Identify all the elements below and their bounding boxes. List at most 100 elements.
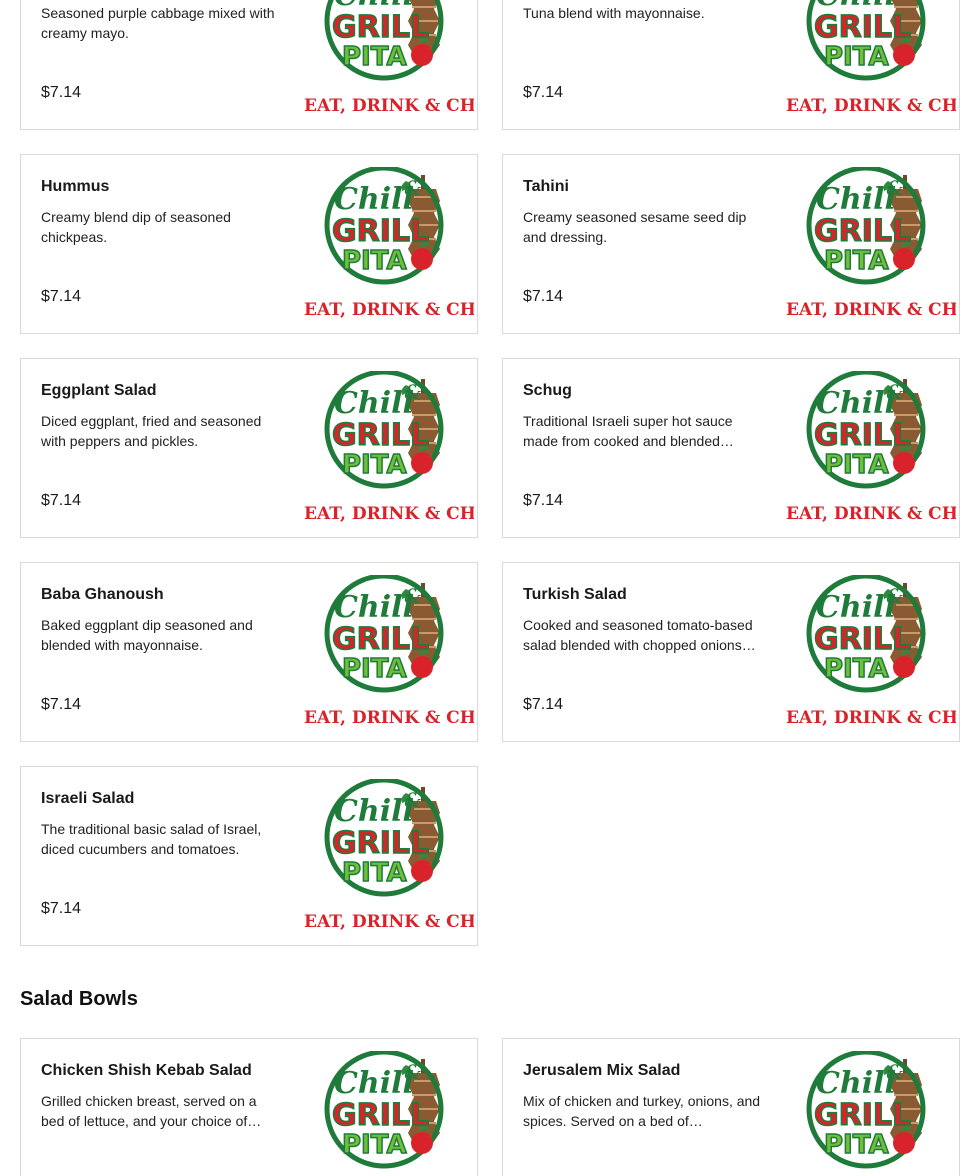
chill-grill-pita-logo: Chill & GRILL PITA EAT, DRINK & CHILL: [304, 371, 474, 524]
menu-item-price: $7.14: [41, 696, 82, 713]
menu-item-name: Baba Ghanoush: [41, 586, 164, 603]
chill-grill-pita-logo: Chill & GRILL PITA EAT, DRINK & CHILL: [304, 167, 474, 320]
svg-text:GRILL: GRILL: [332, 1098, 429, 1133]
chill-grill-pita-logo: Chill & GRILL PITA EAT, DRINK & CHILL: [786, 167, 956, 320]
svg-text:Chill: Chill: [816, 1066, 896, 1101]
menu-item-name: Tahini: [523, 178, 569, 195]
menu-item-description: Seasoned purple cabbage mixed with cream…: [41, 5, 275, 41]
svg-text:GRILL: GRILL: [814, 214, 911, 249]
menu-item-card[interactable]: Schug Traditional Israeli super hot sauce…: [502, 358, 960, 538]
svg-text:Chill: Chill: [816, 386, 896, 421]
menu-item-description: Cooked and seasoned tomato-based salad b…: [523, 617, 756, 653]
menu-item-name: Israeli Salad: [41, 790, 135, 807]
menu-item-price: $7.14: [41, 900, 82, 917]
svg-text:PITA: PITA: [824, 1130, 889, 1160]
menu-item-price: $7.14: [523, 288, 564, 305]
menu-item-price: $7.14: [41, 492, 82, 509]
chill-grill-pita-logo: Chill & GRILL PITA EAT, DRINK & CHILL: [786, 371, 956, 524]
svg-text:Chill: Chill: [816, 590, 896, 625]
svg-text:&: &: [404, 788, 422, 812]
svg-text:GRILL: GRILL: [332, 622, 429, 657]
svg-text:GRILL: GRILL: [814, 10, 911, 45]
svg-text:PITA: PITA: [342, 858, 407, 888]
menu-item-card[interactable]: Jerusalem Mix Salad Mix of chicken and tu…: [502, 1038, 960, 1176]
menu-item-description: Creamy blend dip of seasoned chickpeas.: [41, 209, 231, 245]
svg-text:&: &: [886, 176, 904, 200]
menu-item-name: Eggplant Salad: [41, 382, 157, 399]
svg-text:&: &: [886, 380, 904, 404]
svg-text:GRILL: GRILL: [332, 10, 429, 45]
svg-text:PITA: PITA: [342, 42, 407, 72]
menu-item-price: $7.14: [523, 696, 564, 713]
menu-item-name: Schug: [523, 382, 572, 399]
chill-grill-pita-logo: Chill & GRILL PITA EAT, DRINK & CHILL: [806, 1051, 926, 1169]
chill-grill-pita-logo: Chill & GRILL PITA EAT, DRINK & CHILL: [304, 575, 474, 728]
svg-text:GRILL: GRILL: [332, 214, 429, 249]
svg-text:Chill: Chill: [334, 182, 414, 217]
svg-text:GRILL: GRILL: [332, 826, 429, 861]
menu-item-card[interactable]: Tahini Creamy seasoned sesame seed dip an…: [502, 154, 960, 334]
svg-text:EAT, DRINK & CHILL: EAT, DRINK & CHILL: [304, 300, 474, 320]
svg-text:&: &: [404, 176, 422, 200]
menu-item-description: Creamy seasoned sesame seed dip and dres…: [523, 209, 747, 245]
svg-text:Chill: Chill: [334, 794, 414, 829]
menu-item-description: Tuna blend with mayonnaise.: [523, 5, 705, 21]
svg-text:GRILL: GRILL: [332, 418, 429, 453]
menu-item-price: $7.14: [41, 288, 82, 305]
svg-text:PITA: PITA: [824, 450, 889, 480]
menu-item-description: Baked eggplant dip seasoned and blended …: [41, 617, 253, 653]
svg-text:GRILL: GRILL: [814, 622, 911, 657]
svg-text:&: &: [404, 380, 422, 404]
menu-item-name: Turkish Salad: [523, 586, 627, 603]
svg-text:PITA: PITA: [824, 42, 889, 72]
svg-text:PITA: PITA: [342, 1130, 407, 1160]
svg-text:GRILL: GRILL: [814, 1098, 911, 1133]
svg-text:EAT, DRINK & CHILL: EAT, DRINK & CHILL: [304, 912, 474, 932]
svg-text:&: &: [886, 584, 904, 608]
menu-item-card[interactable]: Seasoned purple cabbage mixed with cream…: [20, 0, 478, 130]
menu-item-description: Diced eggplant, fried and seasoned with …: [41, 413, 262, 449]
chill-grill-pita-logo: Chill & GRILL PITA EAT, DRINK & CHILL: [324, 1051, 444, 1169]
menu-item-description: Mix of chicken and turkey, onions, and s…: [523, 1093, 761, 1129]
menu-item-name: Hummus: [41, 178, 110, 195]
menu-item-name: Jerusalem Mix Salad: [523, 1062, 681, 1079]
svg-text:EAT, DRINK & CHILL: EAT, DRINK & CHILL: [786, 504, 956, 524]
menu-item-card[interactable]: Eggplant Salad Diced eggplant, fried and …: [20, 358, 478, 538]
menu-item-card[interactable]: Hummus Creamy blend dip of seasoned chick…: [20, 154, 478, 334]
svg-text:Chill: Chill: [334, 1066, 414, 1101]
menu-item-price: $7.14: [523, 84, 564, 101]
svg-text:PITA: PITA: [342, 654, 407, 684]
svg-text:EAT, DRINK & CHILL: EAT, DRINK & CHILL: [304, 504, 474, 524]
chill-grill-pita-logo: Chill & GRILL PITA EAT, DRINK & CHILL: [786, 575, 956, 728]
chill-grill-pita-logo: Chill & GRILL PITA EAT, DRINK & CHILL: [304, 779, 474, 932]
menu-item-card[interactable]: Chicken Shish Kebab Salad Grilled chicken…: [20, 1038, 478, 1176]
menu-item-price: $7.14: [41, 84, 82, 101]
svg-text:EAT, DRINK & CHILL: EAT, DRINK & CHILL: [304, 708, 474, 728]
svg-text:Chill: Chill: [816, 182, 896, 217]
chill-grill-pita-logo: Chill & GRILL PITA EAT, DRINK & CHILL: [304, 0, 474, 116]
menu-item-price: $7.14: [523, 492, 564, 509]
svg-text:Chill: Chill: [334, 590, 414, 625]
menu-item-card[interactable]: Israeli Salad The traditional basic salad…: [20, 766, 478, 946]
svg-text:EAT, DRINK & CHILL: EAT, DRINK & CHILL: [786, 300, 956, 320]
svg-text:Chill: Chill: [334, 386, 414, 421]
menu-item-card[interactable]: Turkish Salad Cooked and seasoned tomato-…: [502, 562, 960, 742]
svg-text:EAT, DRINK & CHILL: EAT, DRINK & CHILL: [304, 96, 474, 116]
svg-text:PITA: PITA: [342, 246, 407, 276]
svg-text:EAT, DRINK & CHILL: EAT, DRINK & CHILL: [786, 708, 956, 728]
menu-item-card[interactable]: Tuna blend with mayonnaise. $7.14 Chill &…: [502, 0, 960, 130]
menu-item-description: Traditional Israeli super hot sauce made…: [523, 413, 734, 449]
svg-text:&: &: [404, 1060, 422, 1084]
svg-text:&: &: [886, 1060, 904, 1084]
menu-item-description: The traditional basic salad of Israel, d…: [41, 821, 262, 857]
svg-text:PITA: PITA: [342, 450, 407, 480]
section-title-salad-bowls: Salad Bowls: [20, 988, 138, 1010]
menu-item-name: Chicken Shish Kebab Salad: [41, 1062, 252, 1079]
menu-item-card[interactable]: Baba Ghanoush Baked eggplant dip seasoned…: [20, 562, 478, 742]
svg-text:GRILL: GRILL: [814, 418, 911, 453]
svg-text:PITA: PITA: [824, 654, 889, 684]
menu-item-description: Grilled chicken breast, served on a bed …: [41, 1093, 262, 1129]
svg-text:PITA: PITA: [824, 246, 889, 276]
svg-text:&: &: [404, 584, 422, 608]
chill-grill-pita-logo: Chill & GRILL PITA EAT, DRINK & CHILL: [786, 0, 956, 116]
